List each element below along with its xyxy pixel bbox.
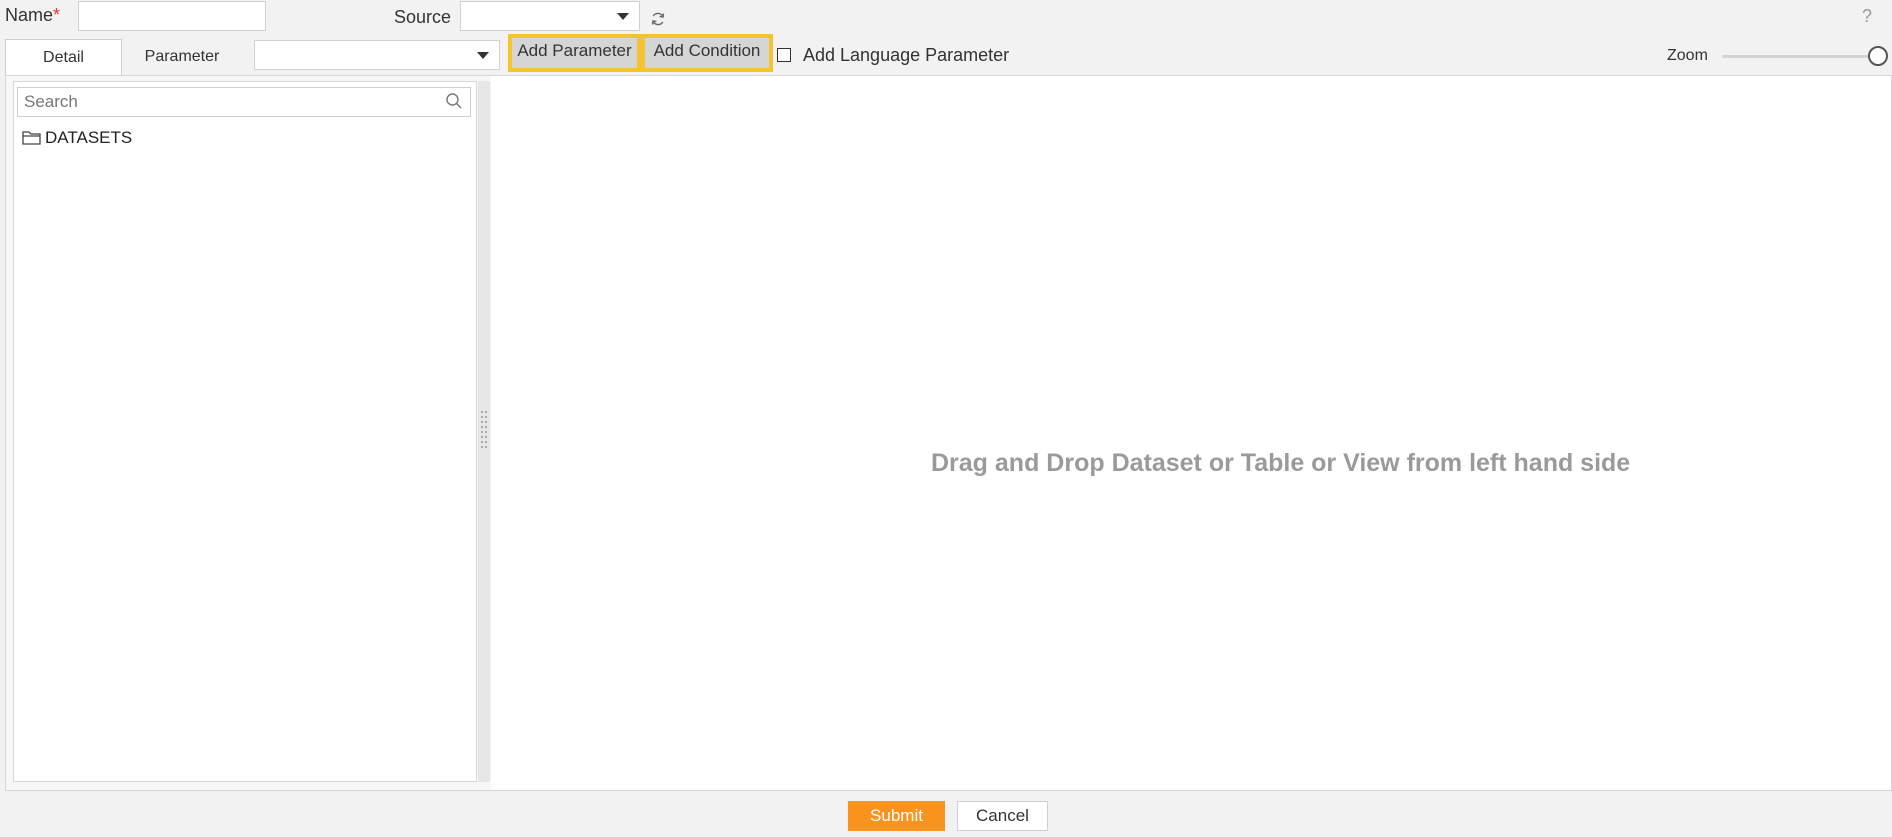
add-language-parameter-label: Add Language Parameter [803, 45, 1010, 65]
zoom-slider-thumb[interactable] [1868, 46, 1888, 66]
tab-parameter[interactable]: Parameter [122, 39, 242, 75]
zoom-slider-track[interactable] [1722, 55, 1877, 58]
chevron-down-icon [617, 13, 629, 20]
add-language-parameter-checkbox[interactable] [777, 48, 791, 62]
add-condition-button[interactable]: Add Condition [641, 34, 773, 72]
required-mark: * [53, 5, 61, 25]
design-canvas[interactable] [491, 76, 1891, 790]
splitter[interactable] [478, 81, 490, 782]
tree-item-datasets[interactable]: DATASETS [22, 127, 132, 149]
refresh-icon[interactable] [650, 11, 666, 27]
source-select[interactable] [460, 1, 640, 31]
tree-panel [13, 81, 477, 782]
cancel-button[interactable]: Cancel [957, 801, 1048, 831]
name-label: Name* [5, 5, 61, 25]
help-icon[interactable]: ? [1862, 6, 1872, 27]
name-input[interactable] [78, 1, 266, 31]
canvas-hint-text: Drag and Drop Dataset or Table or View f… [931, 449, 1631, 477]
search-input[interactable] [18, 88, 424, 116]
parameter-select[interactable] [254, 40, 500, 70]
chevron-down-icon [477, 52, 489, 59]
source-label: Source [394, 7, 452, 27]
folder-icon [22, 130, 42, 146]
submit-button[interactable]: Submit [848, 801, 945, 831]
splitter-grip[interactable] [481, 411, 487, 451]
search-icon[interactable] [445, 92, 463, 110]
tab-detail[interactable]: Detail [5, 39, 122, 75]
add-parameter-button[interactable]: Add Parameter [508, 34, 641, 72]
zoom-label: Zoom [1667, 47, 1708, 64]
tree-item-label: DATASETS [45, 128, 133, 147]
tree-search [17, 87, 471, 117]
